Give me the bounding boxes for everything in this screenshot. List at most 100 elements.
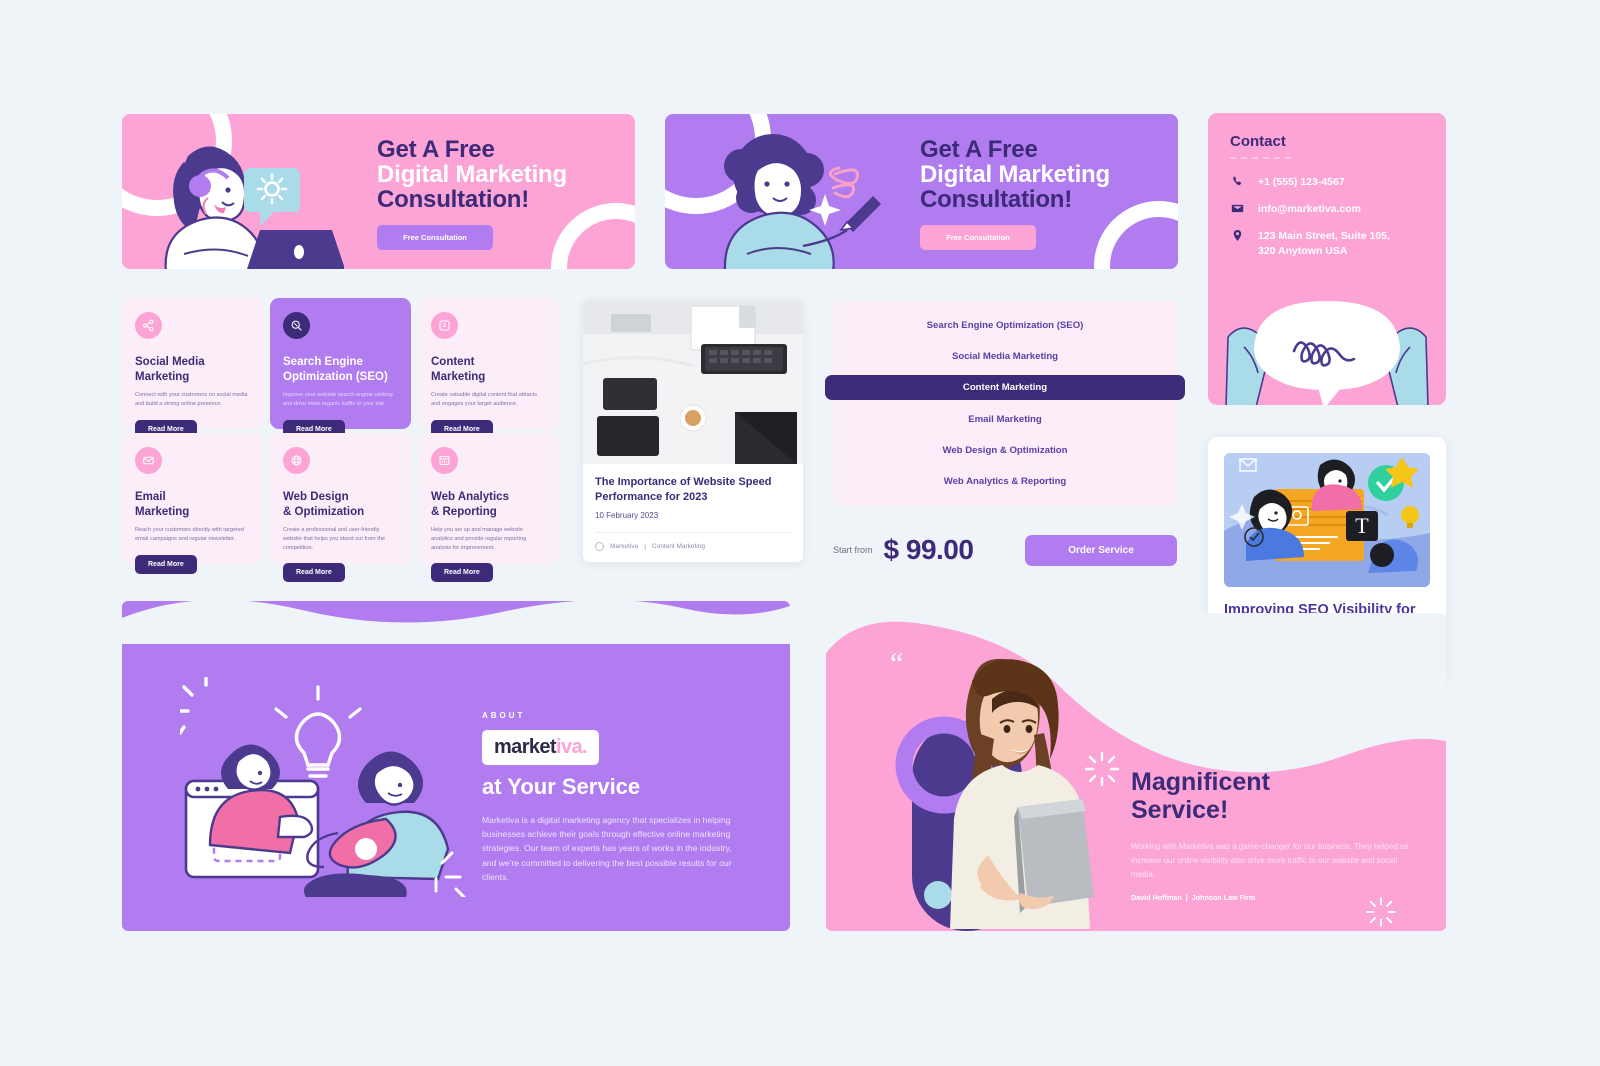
testimonial-attribution: David Hoffman | Johnson Law Firm (1131, 893, 1411, 902)
blog-date: 10 February 2023 (595, 511, 659, 521)
service-card-seo[interactable]: Search Engine Optimization (SEO) Improve… (270, 298, 411, 439)
service-list-item-social-media[interactable]: Social Media Marketing (833, 344, 1177, 369)
globe-icon (283, 447, 310, 474)
brand-logo-accent: iva. (556, 736, 588, 758)
service-card-description: Help you set up and manage website analy… (431, 527, 527, 551)
service-card-description: Reach your customers directly with targe… (135, 527, 244, 543)
case-study-thumbnail: T (1224, 453, 1430, 587)
blog-title: The Importance of Website Speed Performa… (595, 476, 772, 503)
testimonial-company: Johnson Law Firm (1191, 893, 1256, 903)
banner-text-block: Get A Free Digital Marketing Consultatio… (377, 136, 567, 250)
service-card-content-marketing[interactable]: Content Marketing Create valuable digita… (418, 298, 559, 439)
phone-icon (1230, 175, 1244, 188)
service-card-title: Email Marketing (135, 491, 190, 518)
service-list-item-email-marketing[interactable]: Email Marketing (833, 407, 1177, 432)
service-card-title: Content Marketing (431, 356, 486, 383)
banner-headline-line3: Consultation! (377, 185, 530, 213)
about-section: ABOUT marketiva. at Your Service Marketi… (122, 600, 790, 931)
about-text-block: ABOUT marketiva. at Your Service Marketi… (482, 711, 742, 884)
read-more-button[interactable]: Read More (283, 563, 345, 583)
illustration-team-building (180, 677, 466, 897)
illustration-hands-speech-bubble (1225, 301, 1429, 405)
author-avatar-icon (595, 542, 604, 551)
blog-card[interactable]: The Importance of Website Speed Performa… (583, 300, 803, 562)
service-card-title: Search Engine Optimization (SEO) (283, 356, 388, 383)
service-card-title: Web Analytics & Reporting (431, 491, 509, 518)
read-more-button[interactable]: Read More (135, 554, 197, 574)
about-paragraph: Marketiva is a digital marketing agency … (482, 815, 732, 882)
blog-body: The Importance of Website Speed Performa… (583, 464, 803, 520)
service-card-title: Social Media Marketing (135, 356, 205, 383)
pricing-row: Start from $ 99.00 Order Service (833, 530, 1177, 570)
testimonial-author: David Hoffman (1131, 893, 1182, 903)
wave-divider (122, 600, 790, 644)
contact-card: Contact +1 (555) 123-4567 info@marketiva… (1208, 113, 1446, 405)
service-card-description: Improve your website search engine ranki… (283, 392, 393, 408)
contact-title: Contact (1230, 133, 1286, 150)
service-list-item-content-marketing[interactable]: Content Marketing (825, 375, 1185, 401)
price-label: Start from (833, 545, 873, 555)
service-list-item-web-design[interactable]: Web Design & Optimization (833, 438, 1177, 463)
service-card-email-marketing[interactable]: Email Marketing Reach your customers dir… (122, 433, 263, 574)
banner-headline: Get A Free Digital Marketing Consultatio… (920, 136, 1110, 213)
contact-details: +1 (555) 123-4567 info@marketiva.com 123… (1230, 175, 1432, 271)
banner-headline-line1: Get A Free (920, 136, 1038, 163)
banner-headline-line1: Get A Free (377, 136, 495, 163)
service-list-item-web-analytics[interactable]: Web Analytics & Reporting (833, 469, 1177, 494)
read-more-button[interactable]: Read More (431, 563, 493, 583)
free-consultation-button[interactable]: Free Consultation (920, 224, 1036, 250)
promo-banner-pink: Get A Free Digital Marketing Consultatio… (122, 114, 635, 269)
banner-headline: Get A Free Digital Marketing Consultatio… (377, 136, 567, 213)
brand-logo-primary: market (494, 736, 557, 758)
free-consultation-button[interactable]: Free Consultation (377, 224, 493, 250)
banner-headline-line2: Digital Marketing (920, 160, 1110, 188)
service-list-item-seo[interactable]: Search Engine Optimization (SEO) (833, 313, 1177, 338)
banner-headline-line2: Digital Marketing (377, 160, 567, 188)
contact-phone: +1 (555) 123-4567 (1258, 176, 1345, 188)
service-card-description: Create a professional and user-friendly … (283, 527, 385, 551)
share-nodes-icon (135, 312, 162, 339)
service-card-social-media[interactable]: Social Media Marketing Connect with your… (122, 298, 263, 439)
blog-author: Marketiva (610, 543, 639, 550)
testimonial-section: “ Magnificent Service! Working with Mark… (826, 613, 1446, 931)
service-card-description: Create valuable digital content that att… (431, 392, 538, 408)
envelope-icon (135, 447, 162, 474)
testimonial-quote: Working with Marketiva was a game-change… (1131, 842, 1409, 879)
service-card-web-analytics[interactable]: Web Analytics & Reporting Help you set u… (418, 433, 559, 583)
blog-meta-separator: | (644, 543, 646, 550)
title-underline (1230, 157, 1292, 159)
blog-category: Content Marketing (651, 543, 706, 550)
envelope-icon (1230, 202, 1244, 215)
contact-address: 123 Main Street, Suite 105, 320 Anytown … (1258, 230, 1390, 257)
svg-text:T: T (1355, 513, 1369, 538)
contact-phone-row[interactable]: +1 (555) 123-4567 (1230, 175, 1432, 189)
testimonial-heading-line1: Magnificent (1131, 768, 1270, 796)
order-service-button[interactable]: Order Service (1025, 534, 1177, 566)
service-selector-list: Search Engine Optimization (SEO) Social … (825, 301, 1185, 506)
search-target-icon (283, 312, 310, 339)
illustration-woman-writing (723, 134, 881, 269)
service-card-title: Web Design & Optimization (283, 491, 365, 518)
banner-headline-line3: Consultation! (920, 185, 1073, 213)
price-amount: $ 99.00 (883, 534, 974, 565)
brand-logo: marketiva. (482, 730, 599, 765)
content-layout-icon (431, 312, 458, 339)
contact-email-row[interactable]: info@marketiva.com (1230, 202, 1432, 216)
blog-thumbnail (583, 300, 803, 464)
about-kicker: ABOUT (482, 711, 526, 720)
banner-text-block: Get A Free Digital Marketing Consultatio… (920, 136, 1110, 250)
testimonial-text-block: Magnificent Service! Working with Market… (1131, 768, 1411, 902)
testimonial-heading-line2: Service! (1131, 796, 1229, 824)
location-pin-icon (1230, 229, 1244, 242)
illustration-woman-laptop (164, 146, 344, 269)
testimonial-heading: Magnificent Service! (1131, 768, 1411, 824)
blog-meta: Marketiva | Content Marketing (595, 532, 791, 551)
contact-email: info@marketiva.com (1258, 203, 1362, 216)
service-card-description: Connect with your customers on social me… (135, 392, 248, 408)
contact-address-row[interactable]: 123 Main Street, Suite 105, 320 Anytown … (1230, 229, 1432, 257)
promo-banner-purple: Get A Free Digital Marketing Consultatio… (665, 114, 1178, 269)
service-card-web-design[interactable]: Web Design & Optimization Create a profe… (270, 433, 411, 583)
chart-window-icon (431, 447, 458, 474)
page-canvas: Get A Free Digital Marketing Consultatio… (0, 0, 1600, 1066)
about-heading: at Your Service (482, 774, 641, 799)
